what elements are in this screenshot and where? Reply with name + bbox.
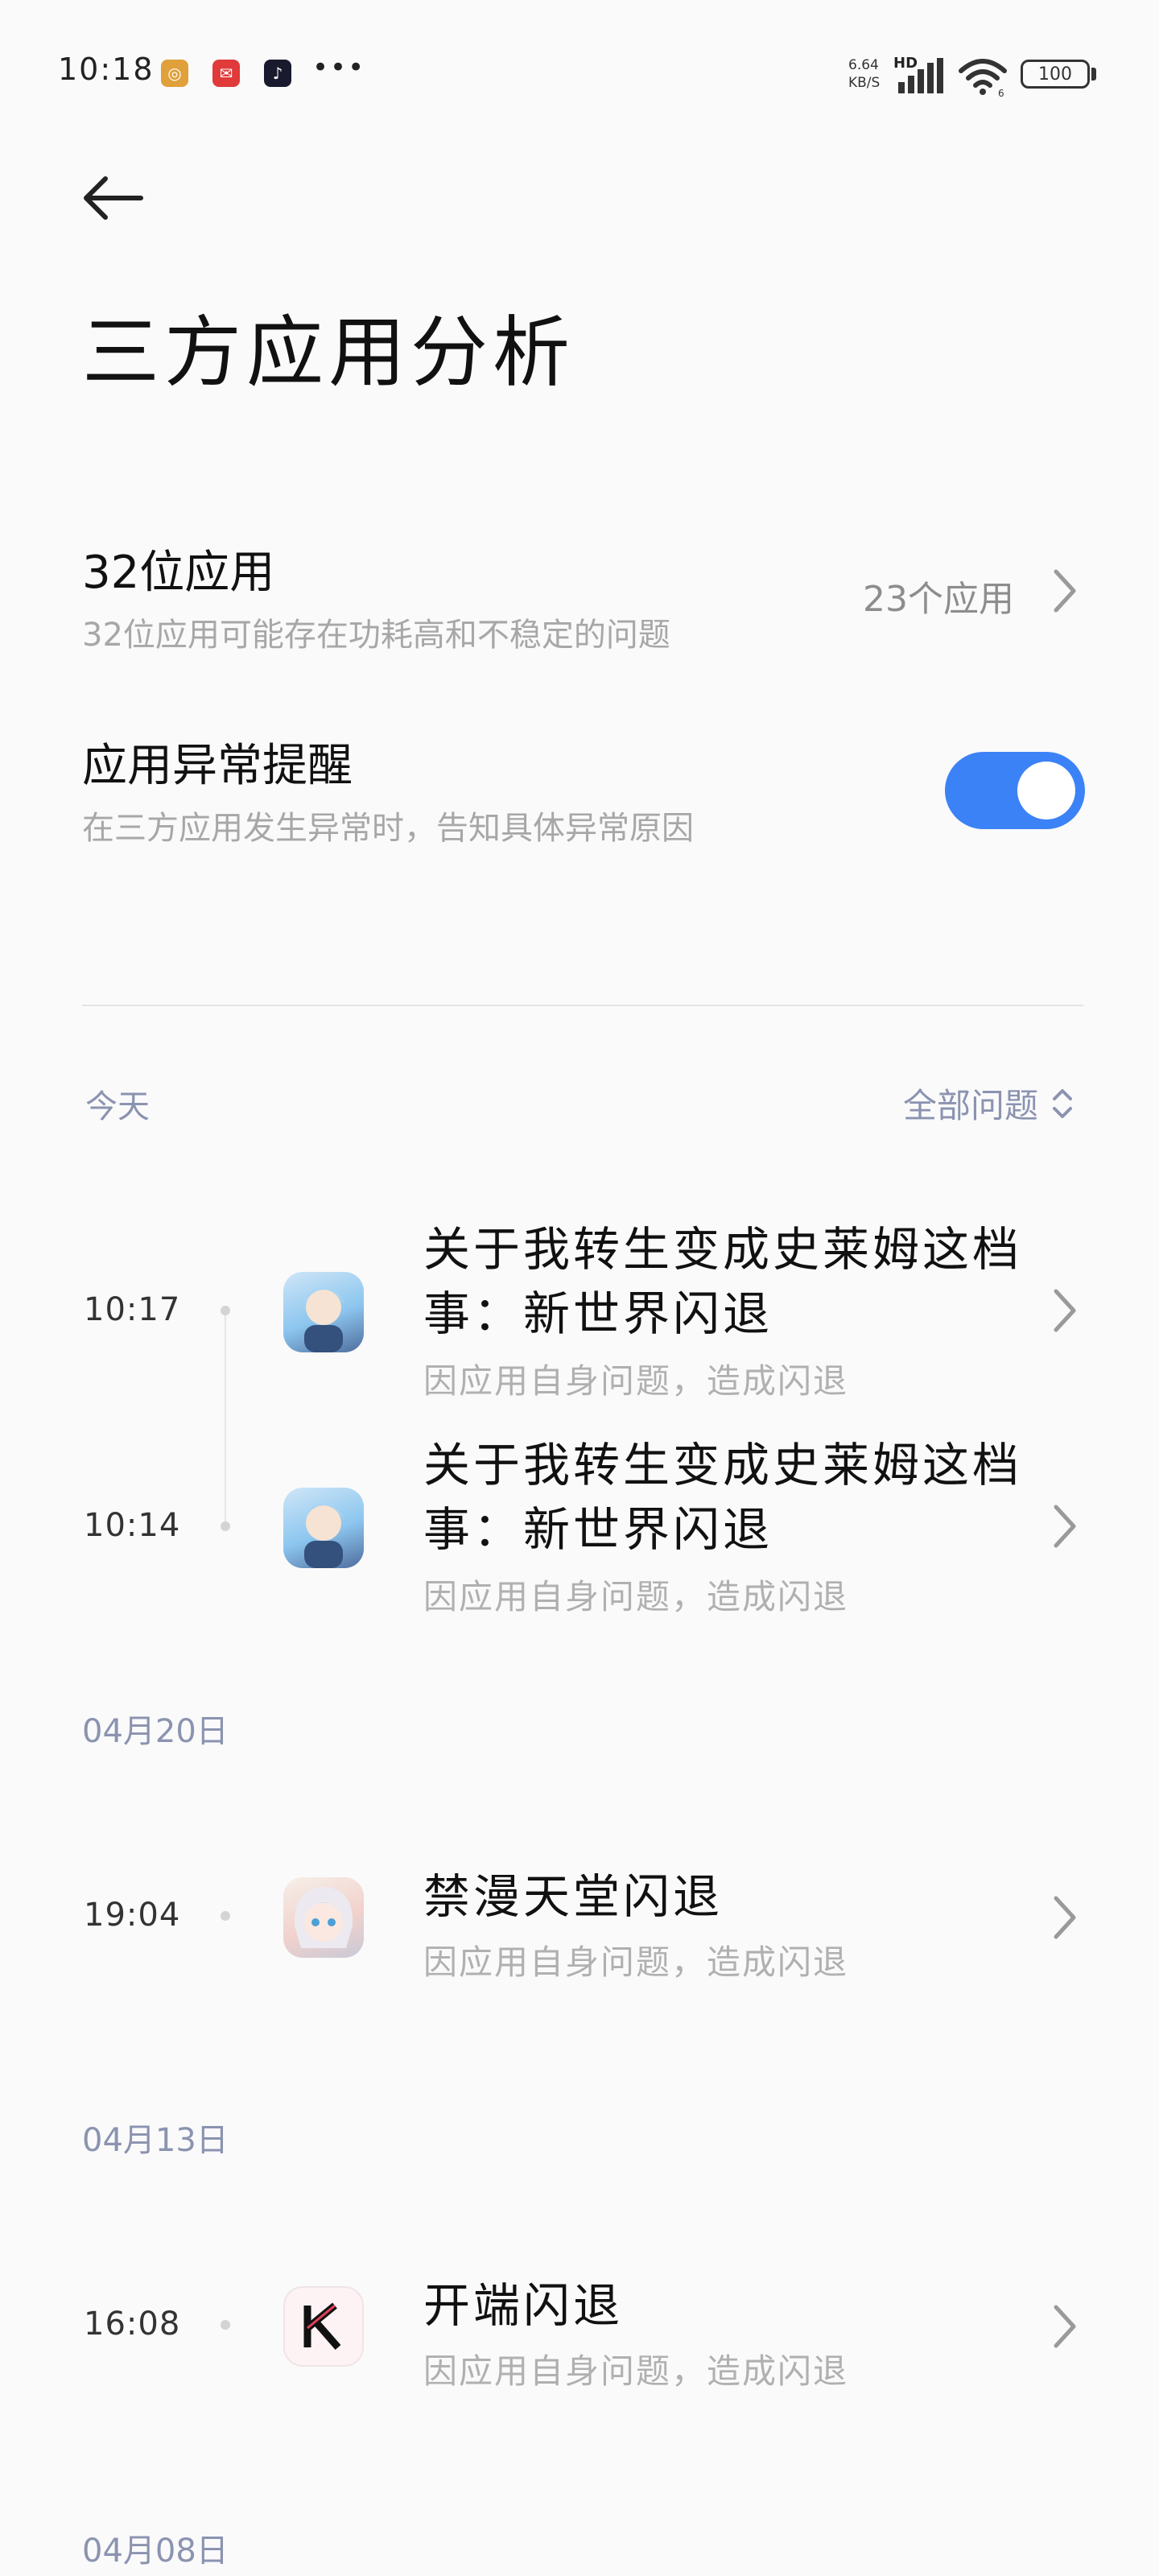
tiktok-notification-icon: ♪ — [264, 60, 291, 87]
app-anomaly-alert-title: 应用异常提醒 — [82, 740, 353, 792]
entry-subtitle: 因应用自身问题，造成闪退 — [423, 1942, 849, 1982]
section-date-today: 今天 — [85, 1088, 150, 1125]
timeline-dot — [221, 1306, 230, 1315]
timeline-dot — [221, 1911, 230, 1921]
section-date: 04月13日 — [82, 2122, 229, 2159]
network-speed-unit: KB/S — [848, 75, 881, 91]
chevron-right-icon — [1054, 569, 1076, 613]
chevron-right-icon — [1054, 1896, 1076, 1939]
entry-title: 关于我转生变成史莱姆这档事：新世界闪退 — [423, 1438, 1023, 1557]
entry-title: 开端闪退 — [423, 2278, 624, 2333]
wifi-label: 6 — [998, 88, 1004, 97]
entry-title: 禁漫天堂闪退 — [423, 1869, 724, 1924]
issue-filter-dropdown[interactable]: 全部问题 — [903, 1079, 1074, 1128]
apps-32bit-subtitle: 32位应用可能存在功耗高和不稳定的问题 — [82, 617, 670, 654]
chevron-right-icon — [1054, 2305, 1076, 2348]
cellular-signal-icon — [898, 58, 943, 93]
crash-entry[interactable]: 10:17 关于我转生变成史莱姆这档事：新世界闪退 因应用自身问题，造成闪退 — [0, 1217, 1159, 1402]
arrow-left-icon — [84, 176, 143, 220]
app-icon — [283, 1488, 364, 1568]
chevron-right-icon — [1054, 1289, 1076, 1332]
issue-filter-label: 全部问题 — [902, 1086, 1038, 1125]
chevron-right-icon — [1054, 1505, 1076, 1548]
notification-app-icon: ◎ — [161, 60, 188, 87]
apps-32bit-count: 23个应用 — [863, 579, 1014, 620]
entry-subtitle: 因应用自身问题，造成闪退 — [423, 1577, 849, 1616]
entry-time: 10:14 — [84, 1507, 181, 1544]
apps-32bit-row[interactable]: 32位应用 32位应用可能存在功耗高和不稳定的问题 23个应用 — [0, 531, 1159, 660]
chevron-up-down-icon — [1053, 1088, 1072, 1118]
app-anomaly-alert-subtitle: 在三方应用发生异常时，告知具体异常原因 — [82, 810, 694, 847]
crash-entry[interactable]: 16:08 开端闪退 因应用自身问题，造成闪退 — [0, 2273, 1159, 2402]
crash-entry[interactable]: 19:04 禁漫天堂闪退 因应用自身问题，造成闪退 — [0, 1864, 1159, 1993]
mail-notification-icon: ✉ — [212, 60, 240, 87]
network-speed: 6.64 KB/S — [848, 56, 880, 92]
entry-title: 关于我转生变成史莱姆这档事：新世界闪退 — [423, 1222, 1023, 1341]
app-anomaly-alert-toggle[interactable] — [945, 752, 1085, 829]
entry-time: 16:08 — [84, 2306, 181, 2343]
k-logo-icon — [303, 2302, 341, 2350]
battery-icon: 100 — [1021, 60, 1090, 89]
crash-entry[interactable]: 10:14 关于我转生变成史莱姆这档事：新世界闪退 因应用自身问题，造成闪退 — [0, 1433, 1159, 1618]
back-button[interactable] — [77, 166, 150, 230]
divider — [82, 1005, 1083, 1006]
more-notifications-icon: ••• — [312, 52, 366, 84]
battery-level: 100 — [1038, 64, 1072, 85]
wifi-icon: 6 — [959, 59, 1007, 97]
section-date: 04月20日 — [82, 1713, 229, 1750]
timeline-dot — [221, 1521, 230, 1531]
toggle-knob — [1017, 762, 1075, 819]
entry-subtitle: 因应用自身问题，造成闪退 — [423, 2351, 849, 2391]
status-time: 10:18 — [58, 52, 155, 87]
page-title: 三方应用分析 — [82, 308, 575, 398]
apps-32bit-title: 32位应用 — [82, 547, 275, 599]
entry-time: 10:17 — [84, 1291, 181, 1328]
entry-subtitle: 因应用自身问题，造成闪退 — [423, 1361, 849, 1401]
app-icon — [283, 2286, 364, 2367]
app-icon — [283, 1272, 364, 1352]
battery-tip — [1091, 68, 1096, 80]
section-date: 04月08日 — [82, 2533, 229, 2570]
timeline-dot — [221, 2320, 230, 2330]
entry-time: 19:04 — [84, 1897, 181, 1934]
app-icon — [283, 1877, 364, 1958]
network-speed-value: 6.64 — [848, 57, 879, 73]
